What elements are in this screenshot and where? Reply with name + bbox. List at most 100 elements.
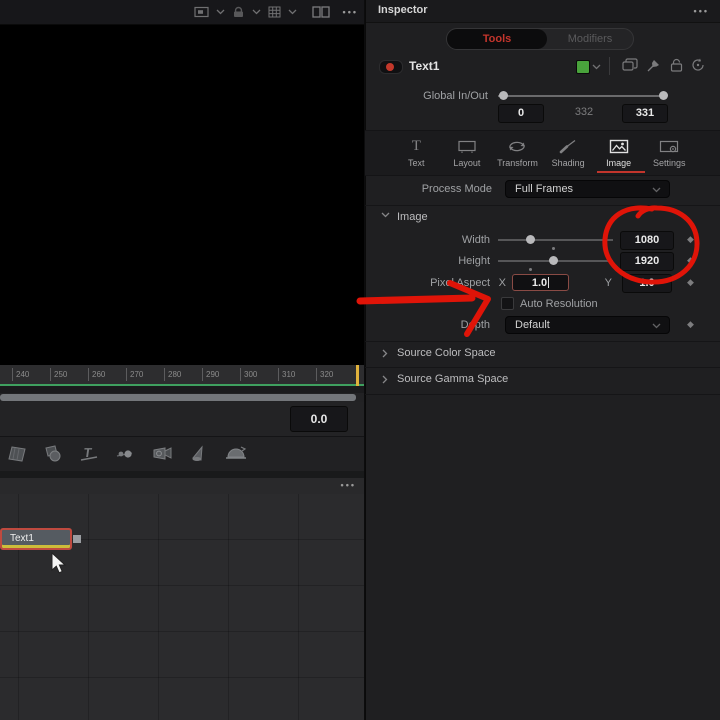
divider — [365, 367, 720, 368]
imageplane3d-icon[interactable] — [6, 444, 28, 464]
overflow-menu-icon[interactable]: ••• — [341, 480, 356, 490]
global-mid-value: 332 — [574, 106, 594, 118]
global-in-value[interactable]: 0 — [498, 104, 544, 123]
inspector-title: Inspector — [378, 4, 428, 16]
renderer3d-icon[interactable] — [224, 444, 248, 464]
inspector-titlebar: Inspector ••• — [366, 0, 720, 23]
overflow-menu-icon[interactable]: ••• — [694, 6, 709, 16]
depth-dropdown[interactable]: Default — [505, 316, 670, 334]
global-out-value[interactable]: 331 — [622, 104, 668, 123]
text3d-icon[interactable]: T — [78, 444, 100, 464]
ruler-tick: 260 — [88, 368, 105, 381]
height-slider-handle[interactable] — [549, 256, 558, 265]
global-inout-label: Global In/Out — [423, 90, 488, 102]
ruler-tick: 250 — [50, 368, 67, 381]
chevron-down-icon — [652, 187, 661, 193]
auto-resolution-checkbox[interactable] — [501, 297, 514, 310]
chevron-down-icon[interactable] — [381, 212, 390, 218]
node-label: Text1 — [10, 532, 34, 544]
mouse-cursor — [51, 552, 67, 574]
text1-node[interactable]: Text1 — [0, 528, 72, 550]
ruler-tick: 280 — [164, 368, 181, 381]
tab-text[interactable]: T Text — [391, 131, 442, 175]
height-value[interactable]: 1920 — [620, 252, 674, 271]
merge3d-icon[interactable] — [114, 444, 136, 464]
chevron-down-icon — [652, 323, 661, 329]
ruler-tick: 320 — [316, 368, 333, 381]
pixel-aspect-x-input[interactable]: 1.0 — [512, 274, 569, 291]
versions-icon[interactable] — [622, 58, 638, 72]
tab-shading[interactable]: Shading — [543, 131, 594, 175]
pixel-aspect-label: Pixel Aspect — [430, 277, 490, 289]
camera3d-icon[interactable] — [150, 444, 174, 464]
global-out-handle[interactable] — [659, 91, 668, 100]
reset-icon[interactable] — [691, 58, 706, 72]
process-mode-dropdown[interactable]: Full Frames — [505, 180, 670, 198]
divider — [0, 471, 364, 478]
keyframe-icon[interactable]: ◆ — [687, 235, 694, 245]
depth-label: Depth — [460, 319, 490, 331]
width-slider[interactable] — [498, 239, 613, 241]
pin-icon[interactable] — [646, 58, 661, 72]
chevron-down-icon[interactable] — [288, 9, 297, 15]
tab-transform[interactable]: Transform — [492, 131, 543, 175]
global-inout-slider[interactable] — [498, 95, 666, 97]
width-value[interactable]: 1080 — [620, 231, 674, 250]
tab-layout[interactable]: Layout — [442, 131, 493, 175]
timeline-ruler[interactable]: 240 250 260 270 280 290 300 310 320 — [0, 365, 364, 386]
chevron-down-icon[interactable] — [592, 64, 601, 70]
split-view-icon[interactable] — [311, 6, 330, 18]
shape3d-icon[interactable] — [42, 444, 64, 464]
height-default-mark — [529, 268, 532, 271]
viewer-canvas[interactable] — [0, 25, 364, 365]
chevron-right-icon[interactable] — [382, 375, 388, 384]
display-icon[interactable] — [193, 6, 209, 18]
horizontal-scrollbar[interactable] — [0, 394, 356, 401]
ruler-tick: 240 — [12, 368, 29, 381]
fusion-toolbar: T — [0, 437, 364, 471]
tab-modifiers[interactable]: Modifiers — [547, 29, 633, 49]
node-color-swatch[interactable] — [576, 60, 590, 74]
tab-settings[interactable]: Settings — [644, 131, 695, 175]
tab-tools[interactable]: Tools — [447, 29, 547, 49]
app-window: ••• 240 250 260 270 280 290 300 310 320 … — [0, 0, 720, 720]
process-mode-label: Process Mode — [421, 183, 492, 195]
node-enable-toggle[interactable] — [379, 60, 403, 74]
settings-icon — [659, 137, 679, 155]
tool-tabs-band: T Text Layout Transform Shading Image Se… — [365, 130, 720, 176]
keyframe-icon[interactable]: ◆ — [687, 256, 694, 266]
chevron-right-icon[interactable] — [382, 349, 388, 358]
divider — [365, 341, 720, 342]
global-in-handle[interactable] — [499, 91, 508, 100]
lock-icon[interactable] — [669, 58, 684, 72]
width-slider-handle[interactable] — [526, 235, 535, 244]
time-value-box[interactable]: 0.0 — [290, 406, 348, 432]
playhead[interactable] — [356, 365, 359, 386]
pixel-aspect-y-label: Y — [604, 277, 612, 289]
overflow-menu-icon[interactable]: ••• — [343, 7, 358, 17]
image-icon — [609, 137, 629, 155]
image-section-header[interactable]: Image — [397, 211, 428, 223]
keyframe-icon[interactable]: ◆ — [687, 320, 694, 330]
node-editor-canvas[interactable]: Text1 — [0, 494, 364, 720]
scrollbar-track — [0, 393, 364, 402]
chevron-down-icon[interactable] — [216, 9, 225, 15]
viewer-toolbar: ••• — [0, 0, 364, 25]
source-gamma-space-header[interactable]: Source Gamma Space — [397, 373, 508, 385]
inspector-mode-tabs: Tools Modifiers — [446, 28, 634, 50]
keyframe-icon[interactable]: ◆ — [687, 278, 694, 288]
node-output-connector[interactable] — [73, 535, 81, 543]
pixel-aspect-x-label: X — [498, 277, 506, 289]
tab-image[interactable]: Image — [593, 131, 644, 175]
source-color-space-header[interactable]: Source Color Space — [397, 347, 495, 359]
chevron-down-icon[interactable] — [252, 9, 261, 15]
lock-icon[interactable] — [232, 6, 245, 18]
node-header-row: Text1 — [366, 55, 720, 81]
spotlight3d-icon[interactable] — [188, 444, 210, 464]
height-label: Height — [458, 255, 490, 267]
timeline-strip — [0, 386, 364, 393]
auto-resolution-label: Auto Resolution — [520, 298, 598, 310]
grid-icon[interactable] — [268, 6, 281, 18]
divider — [365, 205, 720, 206]
pixel-aspect-y-value[interactable]: 1.0 — [622, 274, 672, 293]
